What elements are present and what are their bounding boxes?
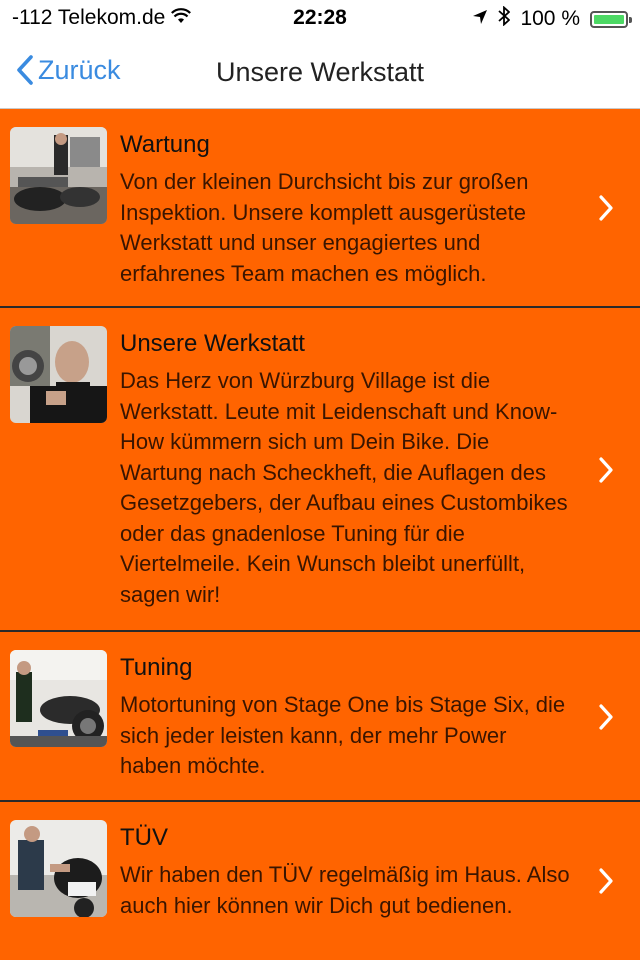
chevron-right-icon xyxy=(599,457,613,483)
list-item-unsere-werkstatt[interactable]: Unsere Werkstatt Das Herz von Würzburg V… xyxy=(0,308,640,632)
navigation-bar: Zurück Unsere Werkstatt xyxy=(0,40,640,109)
list-item-title: Unsere Werkstatt xyxy=(120,330,305,357)
tuning-thumbnail xyxy=(10,650,107,747)
bluetooth-icon xyxy=(498,5,511,32)
battery-icon xyxy=(590,10,632,28)
chevron-right-icon xyxy=(599,195,613,221)
chevron-right-icon xyxy=(599,704,613,730)
list-item-description: Motortuning von Stage One bis Stage Six,… xyxy=(120,692,566,778)
location-arrow-icon xyxy=(472,7,488,31)
list-item-description: Wir haben den TÜV regelmäßig im Haus. Al… xyxy=(120,862,570,918)
chevron-right-icon xyxy=(599,868,613,894)
list-item-description: Von der kleinen Durchsicht bis zur große… xyxy=(120,169,529,286)
workshop-list: Wartung Von der kleinen Durchsicht bis z… xyxy=(0,109,640,960)
list-item-title: Wartung xyxy=(120,131,210,158)
wartung-thumbnail xyxy=(10,127,107,224)
battery-percentage: 100 % xyxy=(520,7,580,30)
list-item-title: TÜV xyxy=(120,824,168,851)
list-item-tuev[interactable]: TÜV Wir haben den TÜV regelmäßig im Haus… xyxy=(0,802,640,960)
page-title: Unsere Werkstatt xyxy=(215,57,425,87)
battery-level xyxy=(594,14,624,24)
list-item-title: Tuning xyxy=(120,654,193,681)
werkstatt-thumbnail xyxy=(10,326,107,423)
status-bar: -112 Telekom.de 22:28 100 % xyxy=(0,0,640,40)
status-right: 100 % xyxy=(472,5,632,32)
list-item-description: Das Herz von Würzburg Village ist die We… xyxy=(120,368,568,607)
list-item-tuning[interactable]: Tuning Motortuning von Stage One bis Sta… xyxy=(0,632,640,802)
tuev-thumbnail xyxy=(10,820,107,917)
list-item-wartung[interactable]: Wartung Von der kleinen Durchsicht bis z… xyxy=(0,109,640,308)
